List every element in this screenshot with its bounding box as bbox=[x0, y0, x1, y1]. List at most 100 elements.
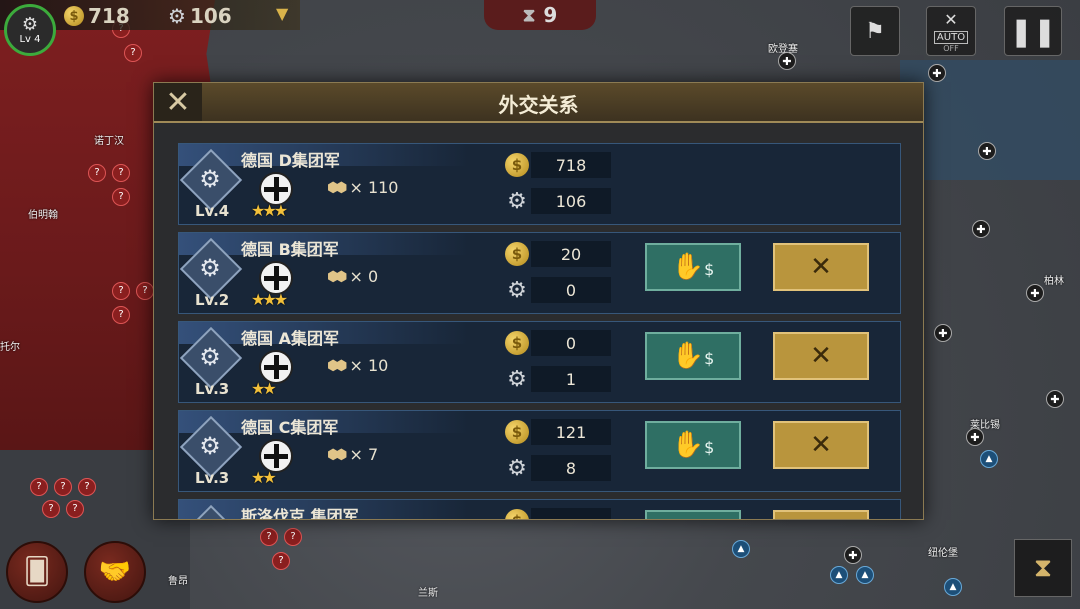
allied-unit-marker[interactable]: ▲ bbox=[856, 566, 874, 584]
iron-cross-marker[interactable]: ✚ bbox=[928, 64, 946, 82]
declare-war-button[interactable] bbox=[773, 510, 869, 519]
declare-war-button[interactable]: ✕ bbox=[773, 243, 869, 291]
city-label: 诺丁汉 bbox=[94, 136, 124, 147]
industry-value: 1 bbox=[531, 366, 611, 392]
enemy-unit-marker[interactable]: ? bbox=[284, 528, 302, 546]
army-name: 德国 A集团军 bbox=[241, 329, 339, 348]
army-level: Lv.2 bbox=[195, 291, 230, 309]
iron-cross-marker[interactable]: ✚ bbox=[972, 220, 990, 238]
iron-cross-marker[interactable]: ✚ bbox=[778, 52, 796, 70]
hourglass-icon: ⧗ bbox=[522, 4, 536, 26]
allied-unit-marker[interactable]: ▲ bbox=[980, 450, 998, 468]
iron-cross-marker[interactable]: ✚ bbox=[844, 546, 862, 564]
list-item: ⚙ 德国 C集团军 Lv.3 ★★ ⬢⬢ × 7 $ 121 ⚙ 8 ✋$ ✕ bbox=[178, 410, 901, 492]
enemy-unit-marker[interactable]: ? bbox=[112, 188, 130, 206]
gear-icon: ⚙ bbox=[199, 254, 221, 282]
industry-value: 0 bbox=[531, 277, 611, 303]
industry-resource: ⚙ 106 bbox=[168, 4, 232, 28]
money-hand-icon: ✋$ bbox=[671, 252, 715, 282]
enemy-unit-marker[interactable]: ? bbox=[112, 164, 130, 182]
gold-amount: 718 bbox=[88, 4, 130, 28]
allied-unit-marker[interactable]: ▲ bbox=[944, 578, 962, 596]
enemy-unit-marker[interactable]: ? bbox=[78, 478, 96, 496]
list-item: ⚙ 德国 A集团军 Lv.3 ★★ ⬢⬢ × 10 $ 0 ⚙ 1 ✋$ ✕ bbox=[178, 321, 901, 403]
enemy-unit-marker[interactable]: ? bbox=[272, 552, 290, 570]
turn-number: 9 bbox=[543, 3, 558, 27]
enemy-unit-marker[interactable]: ? bbox=[112, 306, 130, 324]
hex-cluster-icon: ⬢⬢ bbox=[327, 446, 348, 463]
list-item: 斯洛伐克 集团军 $ bbox=[178, 499, 901, 519]
alliance-list[interactable]: ⚙ 德国 D集团军 Lv.4 ★★★ ⬢⬢ × 110 $ 718 ⚙ 106 … bbox=[178, 143, 901, 519]
army-name: 德国 C集团军 bbox=[241, 418, 339, 437]
gold-value: 121 bbox=[531, 419, 611, 445]
iron-cross-marker[interactable]: ✚ bbox=[1026, 284, 1044, 302]
hex-cluster-icon: ⬢⬢ bbox=[327, 357, 348, 374]
give-aid-button[interactable]: ✋$ bbox=[645, 421, 741, 469]
cards-button[interactable]: 🂠 bbox=[6, 541, 68, 603]
iron-cross-marker[interactable]: ✚ bbox=[966, 428, 984, 446]
industry-line: ⚙ 0 bbox=[505, 277, 611, 303]
unit-count-value: × 7 bbox=[349, 445, 379, 464]
rank-stars: ★★★ bbox=[251, 290, 288, 309]
gear-icon: ⚙ bbox=[21, 13, 39, 35]
iron-cross-marker[interactable]: ✚ bbox=[978, 142, 996, 160]
gold-resource: $ 718 bbox=[64, 4, 130, 28]
list-item: ⚙ 德国 D集团军 Lv.4 ★★★ ⬢⬢ × 110 $ 718 ⚙ 106 bbox=[178, 143, 901, 225]
army-level: Lv.3 bbox=[195, 469, 230, 487]
coin-icon: $ bbox=[505, 153, 529, 177]
map-sea bbox=[900, 60, 1080, 180]
city-label: 纽伦堡 bbox=[928, 548, 958, 559]
enemy-unit-marker[interactable]: ? bbox=[260, 528, 278, 546]
chevron-down-icon[interactable]: ▼ bbox=[276, 4, 288, 23]
allied-unit-marker[interactable]: ▲ bbox=[830, 566, 848, 584]
crossed-rifles-icon: ✕ bbox=[810, 341, 832, 371]
gold-line: $ 121 bbox=[505, 419, 611, 445]
enemy-unit-marker[interactable]: ? bbox=[112, 282, 130, 300]
gear-icon: ⚙ bbox=[168, 4, 186, 28]
industry-line: ⚙ 8 bbox=[505, 455, 611, 481]
gear-icon: ⚙ bbox=[507, 277, 527, 303]
unit-count-value: × 0 bbox=[349, 267, 379, 286]
enemy-unit-marker[interactable]: ? bbox=[88, 164, 106, 182]
player-level-badge[interactable]: ⚙ Lv 4 bbox=[4, 4, 56, 56]
gold-value: 0 bbox=[531, 330, 611, 356]
enemy-unit-marker[interactable]: ? bbox=[54, 478, 72, 496]
give-aid-button[interactable]: ✋$ bbox=[645, 243, 741, 291]
auto-button[interactable]: ✕ AUTO OFF bbox=[926, 6, 976, 56]
list-item: ⚙ 德国 B集团军 Lv.2 ★★★ ⬢⬢ × 0 $ 20 ⚙ 0 ✋$ ✕ bbox=[178, 232, 901, 314]
city-label: 伯明翰 bbox=[28, 210, 58, 221]
industry-value: 106 bbox=[531, 188, 611, 214]
city-label: 柏林 bbox=[1044, 276, 1064, 287]
gold-line: $ 0 bbox=[505, 330, 611, 356]
army-name: 德国 B集团军 bbox=[241, 240, 339, 259]
crossed-rifles-icon: ✕ bbox=[810, 252, 832, 282]
auto-label: AUTO bbox=[933, 30, 969, 44]
pause-button[interactable]: ❚❚ bbox=[1004, 6, 1062, 56]
gold-line: $ bbox=[505, 508, 611, 519]
gold-line: $ 718 bbox=[505, 152, 611, 178]
enemy-unit-marker[interactable]: ? bbox=[30, 478, 48, 496]
iron-cross-marker[interactable]: ✚ bbox=[934, 324, 952, 342]
declare-war-button[interactable]: ✕ bbox=[773, 332, 869, 380]
give-aid-button[interactable]: ✋$ bbox=[645, 332, 741, 380]
surrender-flags-button[interactable]: ⚑ bbox=[850, 6, 900, 56]
end-turn-button[interactable]: ⧗ bbox=[1014, 539, 1072, 597]
unit-count: ⬢⬢ × 7 bbox=[327, 445, 378, 464]
player-level: Lv 4 bbox=[19, 33, 41, 45]
allied-unit-marker[interactable]: ▲ bbox=[732, 540, 750, 558]
dialog-header: ✕ 外交关系 bbox=[154, 83, 923, 123]
enemy-unit-marker[interactable]: ? bbox=[42, 500, 60, 518]
industry-line: ⚙ 106 bbox=[505, 188, 611, 214]
enemy-unit-marker[interactable]: ? bbox=[124, 44, 142, 62]
unit-count-value: × 110 bbox=[349, 178, 399, 197]
unit-count: ⬢⬢ × 10 bbox=[327, 356, 388, 375]
diplomacy-button[interactable]: 🤝 bbox=[84, 541, 146, 603]
diplomacy-dialog: ✕ 外交关系 ⚙ 德国 D集团军 Lv.4 ★★★ ⬢⬢ × 110 $ 718… bbox=[153, 82, 924, 520]
iron-cross-marker[interactable]: ✚ bbox=[1046, 390, 1064, 408]
rank-stars: ★★★ bbox=[251, 201, 288, 220]
give-aid-button[interactable] bbox=[645, 510, 741, 519]
gear-icon: ⚙ bbox=[507, 188, 527, 214]
declare-war-button[interactable]: ✕ bbox=[773, 421, 869, 469]
enemy-unit-marker[interactable]: ? bbox=[66, 500, 84, 518]
enemy-unit-marker[interactable]: ? bbox=[136, 282, 154, 300]
